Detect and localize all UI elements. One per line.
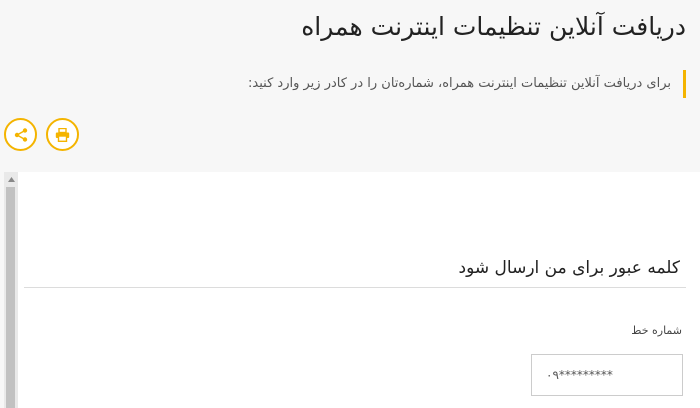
page-title: دریافت آنلاین تنظیمات اینترنت همراه xyxy=(301,12,686,41)
scrollbar-thumb[interactable] xyxy=(6,187,15,408)
phone-input[interactable] xyxy=(531,354,683,396)
printer-icon xyxy=(55,127,70,142)
scroll-up-arrow-icon[interactable] xyxy=(4,172,18,186)
share-button[interactable] xyxy=(4,118,37,151)
phone-label: شماره خط xyxy=(631,324,682,337)
intro-text: برای دریافت آنلاین تنظیمات اینترنت همراه… xyxy=(248,70,686,98)
scrollbar[interactable] xyxy=(4,172,18,408)
action-buttons xyxy=(4,118,79,151)
print-button[interactable] xyxy=(46,118,79,151)
share-icon xyxy=(14,127,27,142)
form-heading: کلمه عبور برای من ارسال شود xyxy=(458,258,680,278)
divider xyxy=(24,287,686,288)
form-frame: کلمه عبور برای من ارسال شود شماره خط xyxy=(4,172,700,408)
